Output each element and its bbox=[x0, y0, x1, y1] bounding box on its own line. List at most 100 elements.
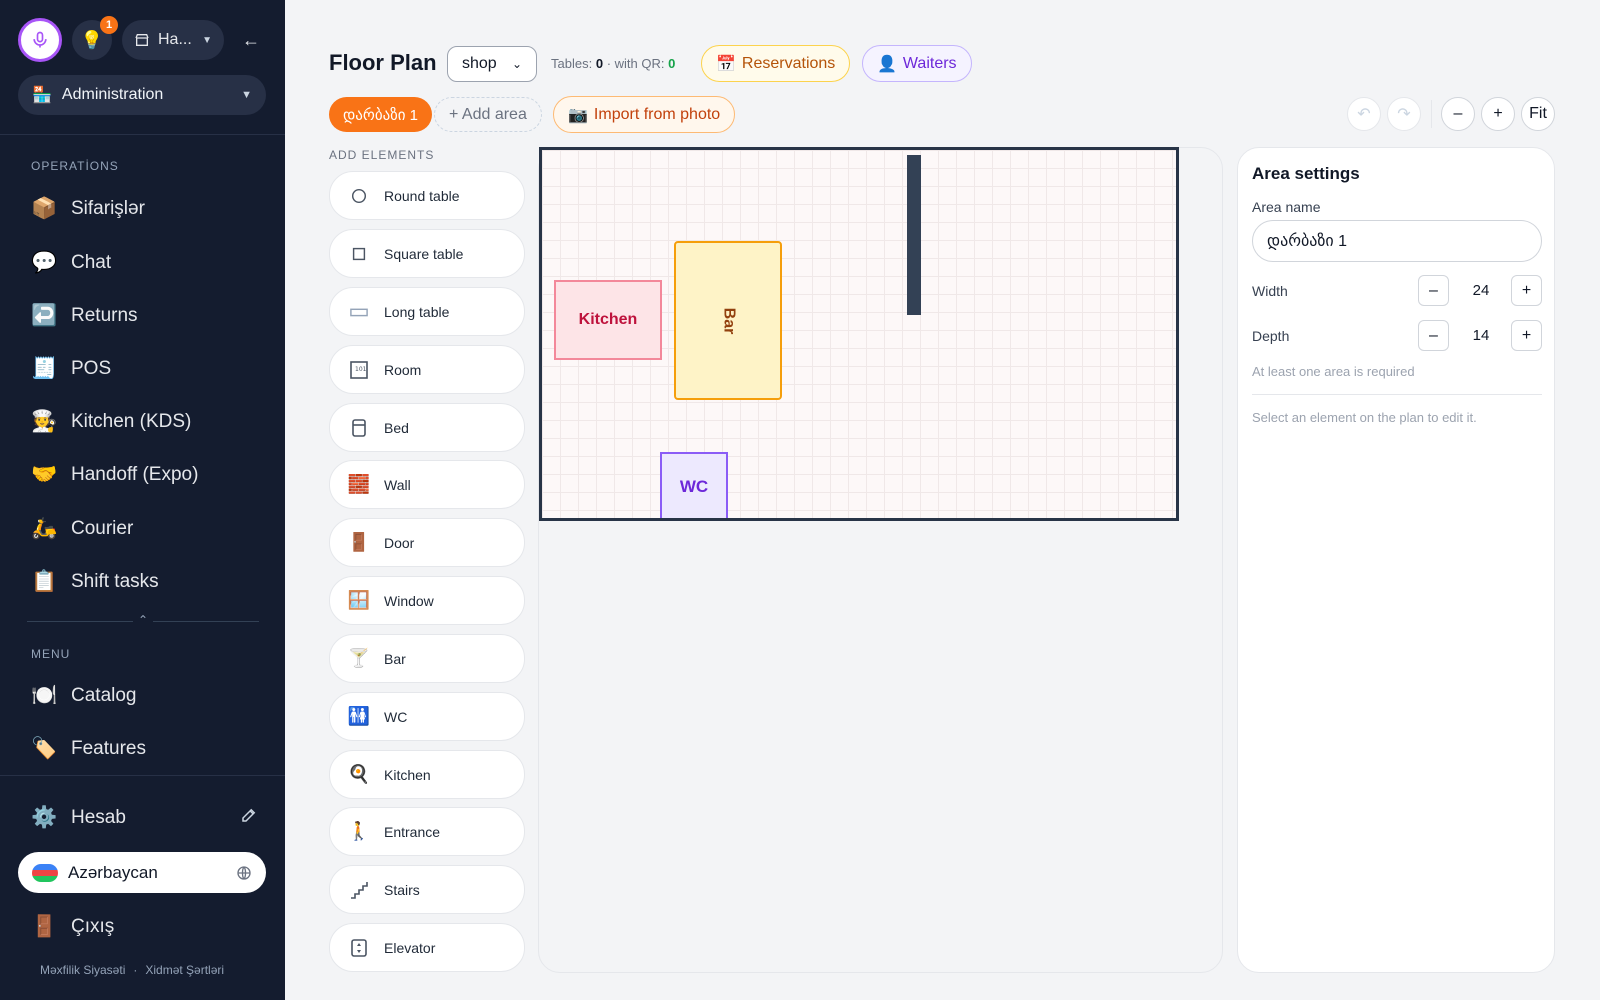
area-required-note: At least one area is required bbox=[1252, 364, 1415, 379]
width-label: Width bbox=[1252, 283, 1288, 299]
sidebar-item-label: Features bbox=[71, 738, 146, 759]
area-tab[interactable]: დარბაზი 1 bbox=[329, 97, 432, 132]
tool-long-table[interactable]: Long table bbox=[329, 287, 525, 336]
reservations-button[interactable]: 📅 Reservations bbox=[701, 45, 851, 82]
return-arrow-icon: ↩️ bbox=[31, 304, 58, 327]
sidebar-item-returns[interactable]: ↩️ Returns bbox=[31, 301, 138, 331]
bed-icon bbox=[348, 417, 370, 439]
redo-button[interactable]: ↷ bbox=[1387, 97, 1421, 131]
edit-pencil-icon[interactable] bbox=[240, 806, 258, 824]
long-table-icon bbox=[348, 301, 370, 323]
tool-elevator[interactable]: Elevator bbox=[329, 923, 525, 972]
zoom-out-button[interactable]: – bbox=[1441, 97, 1475, 131]
calendar-icon: 📅 bbox=[716, 55, 736, 73]
frying-pan-icon: 🍳 bbox=[347, 764, 371, 784]
cocktail-icon: 🍸 bbox=[347, 648, 371, 668]
sidebar-item-handoff[interactable]: 🤝 Handoff (Expo) bbox=[31, 460, 198, 490]
tool-square-table[interactable]: Square table bbox=[329, 229, 525, 278]
floor-plan[interactable]: Kitchen Bar WC bbox=[539, 147, 1179, 521]
language-selector[interactable]: Azərbaycan bbox=[18, 852, 266, 893]
chevron-down-icon: ⌄ bbox=[511, 57, 522, 71]
area-name-label: Area name bbox=[1252, 199, 1321, 215]
room-icon: 101 bbox=[348, 359, 370, 381]
privacy-link[interactable]: Məxfilik Siyasəti bbox=[40, 963, 125, 977]
tool-round-table[interactable]: Round table bbox=[329, 171, 525, 220]
plan-wc[interactable]: WC bbox=[660, 452, 728, 518]
tool-label: Wall bbox=[384, 476, 411, 493]
select-element-hint: Select an element on the plan to edit it… bbox=[1252, 410, 1477, 425]
sidebar-item-features[interactable]: 🏷️ Features bbox=[31, 734, 146, 764]
tool-kitchen[interactable]: 🍳 Kitchen bbox=[329, 750, 525, 799]
tool-label: Bed bbox=[384, 419, 409, 436]
plate-icon: 🍽️ bbox=[31, 684, 58, 707]
person-icon: 👤 bbox=[877, 55, 897, 73]
sidebar-item-pos[interactable]: 🧾 POS bbox=[31, 354, 111, 384]
tool-label: Elevator bbox=[384, 939, 436, 956]
sidebar-divider bbox=[0, 134, 285, 135]
depth-increment-button[interactable]: + bbox=[1511, 320, 1542, 351]
shop-select[interactable]: shop ⌄ bbox=[447, 46, 537, 82]
sidebar-item-chat[interactable]: 💬 Chat bbox=[31, 248, 111, 278]
clipboard-icon: 📋 bbox=[31, 570, 58, 593]
settings-title: Area settings bbox=[1252, 164, 1360, 183]
tool-label: Long table bbox=[384, 303, 450, 320]
tool-label: Stairs bbox=[384, 881, 420, 898]
import-from-photo-button[interactable]: 📷 Import from photo bbox=[553, 96, 736, 133]
tool-label: Room bbox=[384, 361, 422, 378]
store-switcher[interactable]: Ha... ▼ bbox=[122, 20, 224, 60]
plan-wall[interactable] bbox=[907, 155, 921, 315]
sidebar-item-logout[interactable]: 🚪 Çıxış bbox=[31, 912, 114, 942]
tool-label: Square table bbox=[384, 245, 464, 262]
round-table-icon bbox=[348, 185, 370, 207]
width-increment-button[interactable]: + bbox=[1511, 275, 1542, 306]
sidebar-item-label: Çıxış bbox=[71, 916, 115, 937]
terms-link[interactable]: Xidmət Şərtləri bbox=[145, 963, 224, 977]
tool-bar[interactable]: 🍸 Bar bbox=[329, 634, 525, 683]
footer-separator: · bbox=[133, 963, 138, 977]
sidebar-item-label: POS bbox=[71, 358, 112, 379]
settings-divider bbox=[1252, 394, 1542, 395]
area-name-input[interactable]: დარბაზი 1 bbox=[1252, 220, 1542, 262]
tool-entrance[interactable]: 🚶 Entrance bbox=[329, 807, 525, 856]
undo-button[interactable]: ↶ bbox=[1347, 97, 1381, 131]
role-select[interactable]: 🏪 Administration ▼ bbox=[18, 75, 266, 115]
width-value: 24 bbox=[1472, 282, 1490, 299]
lightbulb-icon: 💡 bbox=[80, 29, 104, 50]
language-label: Azərbaycan bbox=[68, 862, 158, 882]
collapse-sidebar-arrow-icon[interactable]: ← bbox=[242, 30, 260, 51]
tool-wall[interactable]: 🧱 Wall bbox=[329, 460, 525, 509]
waiters-label: Waiters bbox=[902, 54, 957, 72]
plan-bar-label: Bar bbox=[720, 307, 737, 334]
fit-button[interactable]: Fit bbox=[1521, 97, 1555, 131]
width-decrement-button[interactable]: – bbox=[1418, 275, 1449, 306]
waiters-button[interactable]: 👤 Waiters bbox=[862, 45, 972, 82]
sidebar-item-courier[interactable]: 🛵 Courier bbox=[31, 514, 133, 544]
sidebar-item-kitchen[interactable]: 🧑‍🍳 Kitchen (KDS) bbox=[31, 407, 191, 437]
tool-door[interactable]: 🚪 Door bbox=[329, 518, 525, 567]
tips-button[interactable]: 💡 1 bbox=[72, 16, 118, 60]
depth-decrement-button[interactable]: – bbox=[1418, 320, 1449, 351]
tool-bed[interactable]: Bed bbox=[329, 403, 525, 452]
operations-heading: OPERATİONS bbox=[31, 159, 119, 173]
import-label: Import from photo bbox=[593, 105, 721, 123]
voice-button[interactable] bbox=[18, 18, 62, 62]
sidebar-item-catalog[interactable]: 🍽️ Catalog bbox=[31, 681, 137, 711]
tool-wc[interactable]: 🚻 WC bbox=[329, 692, 525, 741]
tool-window[interactable]: 🪟 Window bbox=[329, 576, 525, 625]
sidebar-item-orders[interactable]: 📦 Sifarişlər bbox=[31, 194, 145, 224]
chevron-up-icon[interactable]: ⌃ bbox=[133, 613, 153, 627]
sidebar-item-account[interactable]: ⚙️ Hesab bbox=[31, 803, 126, 833]
sidebar-item-shift-tasks[interactable]: 📋 Shift tasks bbox=[31, 567, 159, 597]
tool-room[interactable]: 101 Room bbox=[329, 345, 525, 394]
plan-bar[interactable]: Bar bbox=[674, 241, 782, 400]
plan-kitchen[interactable]: Kitchen bbox=[554, 280, 662, 360]
microphone-icon bbox=[33, 31, 47, 48]
add-area-button[interactable]: + Add area bbox=[434, 97, 542, 132]
sidebar-item-label: Courier bbox=[71, 518, 134, 539]
zoom-in-button[interactable]: + bbox=[1481, 97, 1515, 131]
qr-count: 0 bbox=[668, 56, 676, 71]
square-table-icon bbox=[348, 243, 370, 265]
door-icon: 🚪 bbox=[31, 915, 58, 938]
tool-stairs[interactable]: Stairs bbox=[329, 865, 525, 914]
tables-count: 0 bbox=[595, 56, 604, 71]
